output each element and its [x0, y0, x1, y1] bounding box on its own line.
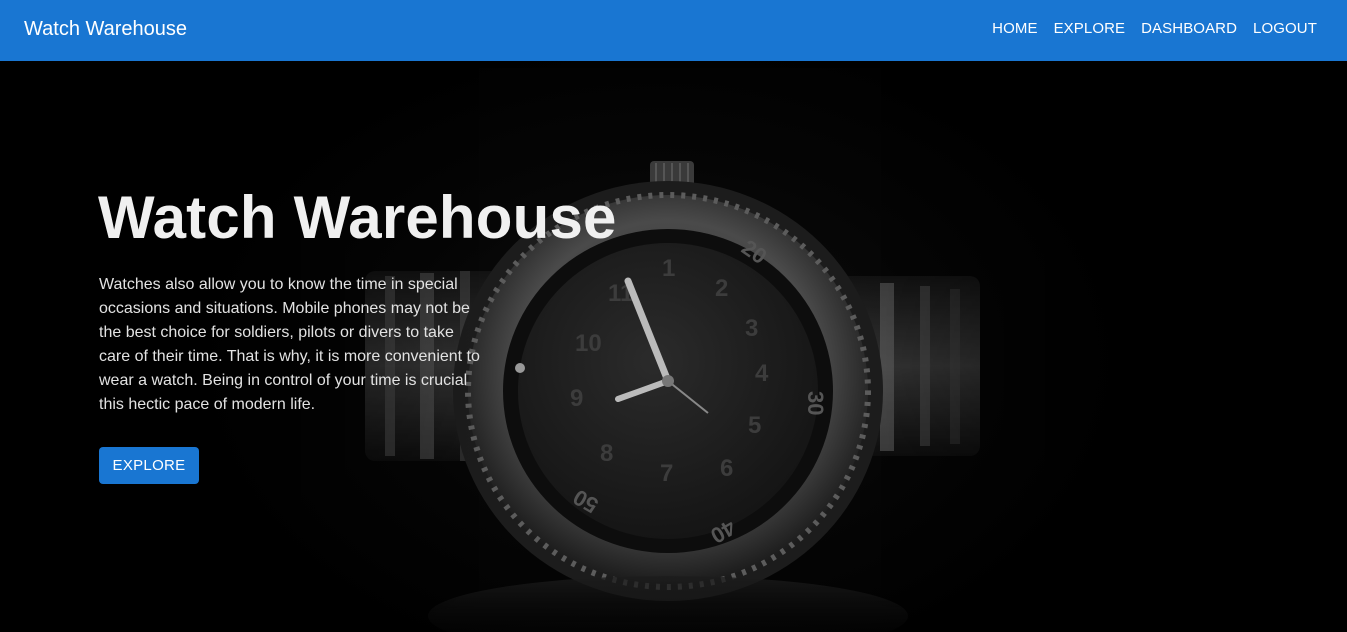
hero-title: Watch Warehouse	[98, 184, 617, 251]
app-bar: Watch Warehouse HOME EXPLORE DASHBOARD L…	[0, 0, 1347, 61]
svg-text:7: 7	[660, 460, 673, 487]
svg-text:30: 30	[803, 391, 828, 415]
nav-explore-link[interactable]: EXPLORE	[1046, 18, 1134, 40]
nav-logout-link[interactable]: LOGOUT	[1245, 18, 1325, 40]
nav-home-link[interactable]: HOME	[984, 18, 1045, 40]
svg-text:8: 8	[600, 440, 613, 467]
svg-text:6: 6	[720, 455, 733, 482]
nav-dashboard-link[interactable]: DASHBOARD	[1133, 18, 1245, 40]
svg-text:10: 10	[575, 330, 602, 357]
svg-text:2: 2	[715, 275, 728, 302]
hero-banner: 20 30 40 50 1 2 3 4 5 6 7 8 9 10 11 Watc…	[0, 61, 1347, 632]
main-nav: HOME EXPLORE DASHBOARD LOGOUT	[984, 18, 1325, 40]
brand-logo[interactable]: Watch Warehouse	[24, 17, 187, 41]
svg-text:3: 3	[745, 315, 758, 342]
hero-description: Watches also allow you to know the time …	[99, 276, 480, 413]
explore-button[interactable]: EXPLORE	[99, 447, 199, 484]
svg-text:5: 5	[748, 412, 761, 439]
svg-text:9: 9	[570, 385, 583, 412]
svg-text:4: 4	[755, 360, 769, 387]
svg-text:1: 1	[662, 255, 675, 282]
